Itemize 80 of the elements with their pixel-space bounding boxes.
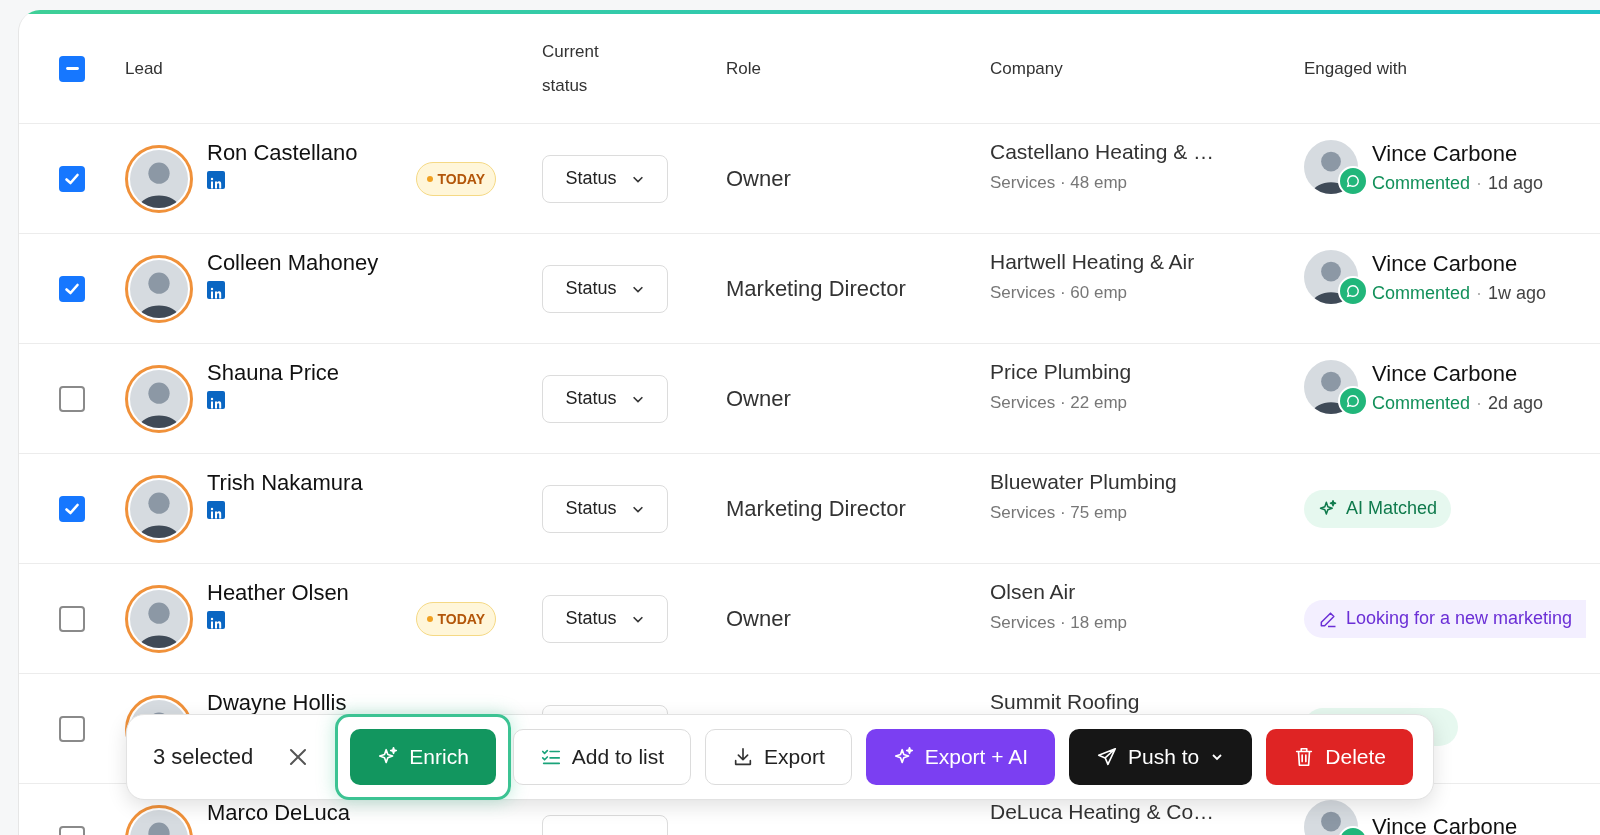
company-name: Summit Roofing bbox=[990, 690, 1141, 714]
role-text: Marketing Director bbox=[726, 495, 906, 521]
status-dropdown[interactable]: Status bbox=[542, 264, 668, 313]
contact-name: Vince Carbone bbox=[1372, 814, 1518, 835]
export-button[interactable]: Export bbox=[705, 729, 852, 785]
separator-dot: · bbox=[1476, 172, 1483, 194]
user-avatar bbox=[130, 589, 188, 648]
checkbox[interactable] bbox=[59, 495, 85, 522]
note-tag: Looking for a new marketing bbox=[1304, 599, 1587, 638]
company-name: DeLuca Heating & Co… bbox=[990, 800, 1216, 824]
add-list-button[interactable]: Add to list bbox=[512, 729, 692, 785]
status-dropdown[interactable]: Status bbox=[542, 374, 668, 423]
user-avatar bbox=[130, 259, 188, 318]
lead-name[interactable]: Dwayne Hollis bbox=[207, 690, 484, 716]
status-dropdown[interactable]: Status bbox=[542, 484, 668, 533]
checkbox[interactable] bbox=[59, 165, 85, 192]
contact-name: Vince Carbone bbox=[1372, 140, 1519, 167]
checkbox[interactable] bbox=[59, 55, 85, 82]
checkbox[interactable] bbox=[59, 605, 85, 632]
time-ago: 1w ago bbox=[1488, 282, 1547, 304]
time-ago: 2d ago bbox=[1488, 392, 1544, 414]
role-text: Owner bbox=[726, 605, 791, 631]
linkedin-icon[interactable] bbox=[207, 501, 225, 520]
checkbox[interactable] bbox=[59, 275, 85, 302]
column-header[interactable]: Lead bbox=[125, 51, 163, 86]
lead-name[interactable]: Heather Olsen bbox=[207, 580, 404, 606]
column-header[interactable]: Role bbox=[726, 51, 761, 86]
company-meta: Services · 48 emp bbox=[990, 173, 1128, 194]
role-text: Owner bbox=[726, 165, 791, 191]
contact-name: Vince Carbone bbox=[1372, 360, 1519, 387]
company-name: Price Plumbing bbox=[990, 360, 1133, 384]
linkedin-icon[interactable] bbox=[207, 171, 225, 190]
status-dropdown[interactable]: Status bbox=[542, 594, 668, 643]
column-header[interactable]: Current status bbox=[542, 34, 622, 103]
checkbox[interactable] bbox=[59, 715, 85, 742]
role-text: Owner bbox=[726, 385, 791, 411]
lead-name[interactable]: Marco DeLuca bbox=[207, 800, 484, 826]
role-text: Marketing Director bbox=[726, 275, 906, 301]
company-name: Hartwell Heating & Air bbox=[990, 250, 1196, 274]
today-badge: TODAY bbox=[415, 601, 496, 636]
push-button[interactable]: Push to bbox=[1069, 729, 1253, 785]
send-icon bbox=[1096, 746, 1119, 768]
lead-name[interactable]: Colleen Mahoney bbox=[207, 250, 484, 276]
linkedin-icon[interactable] bbox=[207, 611, 225, 630]
selection-count: 3 selected bbox=[153, 744, 254, 770]
user-avatar bbox=[130, 149, 188, 208]
separator-dot: · bbox=[1476, 392, 1483, 414]
activity-label: Commented bbox=[1372, 172, 1471, 194]
today-badge: TODAY bbox=[415, 161, 496, 196]
lead-name[interactable]: Shauna Price bbox=[207, 360, 484, 386]
export-ai-button[interactable]: Export + AI bbox=[865, 729, 1056, 785]
company-meta: Services · 60 emp bbox=[990, 283, 1128, 304]
status-dropdown[interactable]: Status bbox=[542, 154, 668, 203]
column-header[interactable]: Company bbox=[990, 51, 1063, 86]
checkbox[interactable] bbox=[59, 385, 85, 412]
time-ago: 1d ago bbox=[1488, 172, 1544, 194]
activity-label: Commented bbox=[1372, 282, 1471, 304]
company-meta: Services · 22 emp bbox=[990, 393, 1128, 414]
linkedin-icon[interactable] bbox=[207, 391, 225, 410]
comment-icon bbox=[1338, 166, 1368, 196]
company-name: Olsen Air bbox=[990, 580, 1077, 604]
ai-match-tag: AI Matched bbox=[1304, 489, 1452, 528]
lead-name[interactable]: Ron Castellano bbox=[207, 140, 404, 166]
column-header[interactable]: Engaged with bbox=[1304, 51, 1408, 86]
company-name: Castellano Heating & … bbox=[990, 140, 1216, 164]
linkedin-icon[interactable] bbox=[207, 281, 225, 300]
comment-icon bbox=[1338, 386, 1368, 416]
comment-icon bbox=[1338, 276, 1368, 306]
contact-name: Vince Carbone bbox=[1372, 250, 1519, 277]
minus-icon bbox=[65, 67, 79, 70]
company-meta: Services · 18 emp bbox=[990, 613, 1128, 634]
user-avatar bbox=[130, 369, 188, 428]
lead-name[interactable]: Trish Nakamura bbox=[207, 470, 484, 496]
enrich-button[interactable]: Enrich bbox=[350, 729, 496, 785]
delete-button[interactable]: Delete bbox=[1266, 729, 1413, 785]
company-meta: Services · 75 emp bbox=[990, 503, 1128, 524]
separator-dot: · bbox=[1476, 282, 1483, 304]
user-avatar bbox=[130, 479, 188, 538]
company-name: Bluewater Plumbing bbox=[990, 470, 1178, 494]
activity-label: Commented bbox=[1372, 392, 1471, 414]
